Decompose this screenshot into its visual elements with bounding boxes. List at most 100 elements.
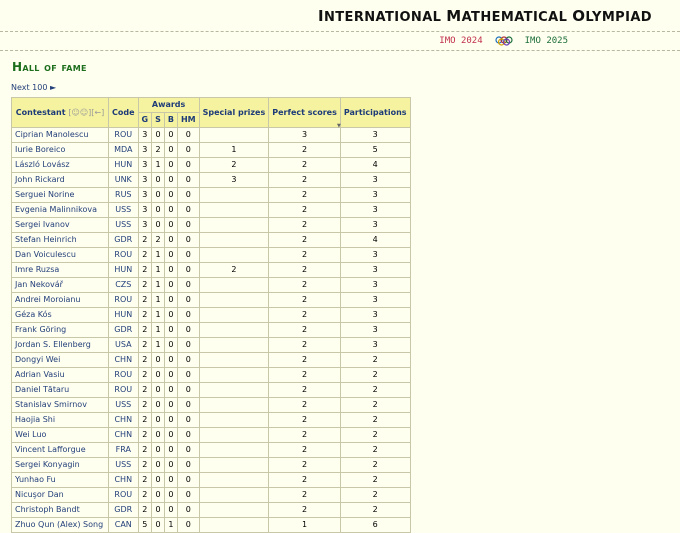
hm-count: 0 <box>176 427 200 443</box>
bronze-count: 0 <box>163 157 178 173</box>
silver-count: 1 <box>151 247 165 263</box>
country-code[interactable]: CHN <box>108 352 139 368</box>
country-code[interactable]: USS <box>108 217 139 233</box>
site-header: INTERNATIONAL MATHEMATICAL OLYMPIAD <box>0 0 680 32</box>
country-code[interactable]: HUN <box>108 307 139 323</box>
bronze-count: 0 <box>163 427 178 443</box>
contestant-name[interactable]: Iurie Boreico <box>11 142 109 158</box>
contestant-name[interactable]: Jordan S. Ellenberg <box>11 337 109 353</box>
hm-count: 0 <box>176 457 200 473</box>
special-prizes-count: 3 <box>198 172 270 188</box>
gold-count: 3 <box>137 142 153 158</box>
contestant-header[interactable]: Contestant [☺☺][←] <box>11 97 109 128</box>
contestant-name[interactable]: Andrei Moroianu <box>11 292 109 308</box>
special-prizes-count <box>198 382 270 398</box>
silver-count: 0 <box>151 442 165 458</box>
bronze-header[interactable]: B <box>163 112 178 128</box>
country-code[interactable]: ROU <box>108 247 139 263</box>
page-title: Hall of fame <box>12 60 87 74</box>
olympic-rings-icon[interactable] <box>495 36 513 46</box>
country-code[interactable]: GDR <box>108 232 139 248</box>
next-100-link[interactable]: Next 100 ► <box>11 83 56 92</box>
country-code[interactable]: FRA <box>108 442 139 458</box>
perfect-scores-header[interactable]: Perfect scores ▼ <box>268 97 341 129</box>
contestant-name[interactable]: John Rickard <box>11 172 109 188</box>
contestant-name[interactable]: Evgenia Malinnikova <box>11 202 109 218</box>
contestant-name[interactable]: Haojia Shi <box>11 412 109 428</box>
country-code[interactable]: CHN <box>108 412 139 428</box>
table-row: Géza Kós HUN 2 1 0 0 2 3 <box>11 307 411 323</box>
country-code[interactable]: GDR <box>108 322 139 338</box>
country-code[interactable]: CZS <box>108 277 139 293</box>
contestant-name[interactable]: Nicuşor Dan <box>11 487 109 503</box>
special-prizes-count <box>198 292 270 308</box>
silver-header[interactable]: S <box>151 112 165 128</box>
contestant-name[interactable]: Christoph Bandt <box>11 502 109 518</box>
contestant-name[interactable]: Dan Voiculescu <box>11 247 109 263</box>
country-code[interactable]: CHN <box>108 472 139 488</box>
participations-count: 3 <box>339 337 411 353</box>
country-code[interactable]: HUN <box>108 157 139 173</box>
contestant-name[interactable]: Jan Nekovář <box>11 277 109 293</box>
country-code[interactable]: USS <box>108 457 139 473</box>
contestant-name[interactable]: Sergei Konyagin <box>11 457 109 473</box>
contestant-name[interactable]: Daniel Tătaru <box>11 382 109 398</box>
gold-count: 2 <box>137 412 153 428</box>
country-code[interactable]: ROU <box>108 367 139 383</box>
country-code[interactable]: HUN <box>108 262 139 278</box>
contestant-name[interactable]: Vincent Lafforgue <box>11 442 109 458</box>
country-code[interactable]: RUS <box>108 187 139 203</box>
contestant-name[interactable]: Serguei Norine <box>11 187 109 203</box>
country-code[interactable]: ROU <box>108 292 139 308</box>
site-title[interactable]: INTERNATIONAL MATHEMATICAL OLYMPIAD <box>318 7 652 25</box>
special-prizes-header[interactable]: Special prizes <box>198 97 270 128</box>
gold-count: 2 <box>137 352 153 368</box>
country-code[interactable]: UNK <box>108 172 139 188</box>
perfect-scores-count: 2 <box>268 352 341 368</box>
gold-header[interactable]: G <box>137 112 153 128</box>
gold-count: 2 <box>137 442 153 458</box>
gold-count: 3 <box>137 127 153 143</box>
country-code[interactable]: CHN <box>108 427 139 443</box>
country-code[interactable]: USS <box>108 397 139 413</box>
contestant-name[interactable]: Imre Ruzsa <box>11 262 109 278</box>
sort-arrow[interactable]: [←] <box>91 108 104 117</box>
hm-count: 0 <box>176 517 200 533</box>
participations-count: 2 <box>339 472 411 488</box>
next-year-link[interactable]: IMO 2025 <box>525 36 568 46</box>
participations-count: 2 <box>339 487 411 503</box>
gold-count: 2 <box>137 427 153 443</box>
contestant-name[interactable]: Dongyi Wei <box>11 352 109 368</box>
contestant-name[interactable]: Stefan Heinrich <box>11 232 109 248</box>
contestant-name[interactable]: Zhuo Qun (Alex) Song <box>11 517 109 533</box>
gold-count: 3 <box>137 172 153 188</box>
table-row: Stefan Heinrich GDR 2 2 0 0 2 4 <box>11 232 411 248</box>
country-code[interactable]: ROU <box>108 487 139 503</box>
country-code[interactable]: ROU <box>108 127 139 143</box>
sort-down-icon: ▼ <box>337 123 341 129</box>
country-code[interactable]: MDA <box>108 142 139 158</box>
contestant-name[interactable]: Wei Luo <box>11 427 109 443</box>
prev-year-link[interactable]: IMO 2024 <box>439 36 482 46</box>
country-code[interactable]: GDR <box>108 502 139 518</box>
contestant-name[interactable]: Adrian Vasiu <box>11 367 109 383</box>
contestant-name[interactable]: Ciprian Manolescu <box>11 127 109 143</box>
country-code[interactable]: USA <box>108 337 139 353</box>
participations-header[interactable]: Participations <box>339 97 411 128</box>
table-row: Sergei Konyagin USS 2 0 0 0 2 2 <box>11 457 411 473</box>
code-header[interactable]: Code <box>108 97 139 128</box>
silver-count: 0 <box>151 187 165 203</box>
country-code[interactable]: CAN <box>108 517 139 533</box>
contestant-name[interactable]: Frank Göring <box>11 322 109 338</box>
bronze-count: 0 <box>163 472 178 488</box>
honourable-mention-header[interactable]: HM <box>176 112 200 128</box>
bronze-count: 0 <box>163 382 178 398</box>
contestant-name[interactable]: Sergei Ivanov <box>11 217 109 233</box>
contestant-name[interactable]: László Lovász <box>11 157 109 173</box>
contestant-name[interactable]: Géza Kós <box>11 307 109 323</box>
sort-hint[interactable]: [☺☺] <box>68 108 91 117</box>
country-code[interactable]: USS <box>108 202 139 218</box>
country-code[interactable]: ROU <box>108 382 139 398</box>
contestant-name[interactable]: Stanislav Smirnov <box>11 397 109 413</box>
contestant-name[interactable]: Yunhao Fu <box>11 472 109 488</box>
